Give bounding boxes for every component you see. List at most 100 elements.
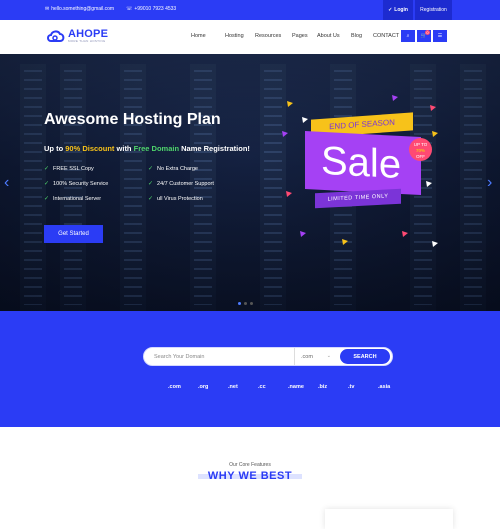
confetti-icon [430, 98, 436, 111]
nav-item-contact[interactable]: CONTACT [373, 33, 399, 39]
confetti-icon [432, 124, 438, 137]
cart-button[interactable]: 🛒 0 [417, 30, 431, 42]
confetti-icon [426, 174, 432, 187]
contact-info: ✉ hello.something@gmail.com ☏ +99010 792… [45, 6, 176, 12]
email-text: hello.something@gmail.com [51, 6, 115, 12]
tld-item: .cc [258, 384, 266, 390]
tld-select[interactable]: .com ⌄ [294, 348, 340, 365]
nav-item-blog[interactable]: Blog [351, 33, 373, 39]
subtitle-mid: with [114, 144, 134, 153]
badge-line-2: 70% [415, 148, 425, 153]
register-label: Registration [420, 7, 447, 13]
nav-item-resources[interactable]: Resources [255, 33, 292, 39]
slider-dot[interactable] [244, 302, 247, 305]
check-icon: ✓ [44, 166, 50, 172]
get-started-button[interactable]: Get Started [44, 225, 103, 243]
tld-list: .com .org .net .cc .name .biz .tv .asia [168, 384, 408, 390]
domain-search-form: Search Your Domain .com ⌄ SEARCH [143, 347, 393, 366]
slider-next-arrow[interactable]: › [487, 174, 492, 192]
phone-text: +99010 7923 4533 [134, 6, 177, 12]
subtitle-free-domain: Free Domain [133, 144, 180, 153]
confetti-icon [342, 232, 348, 245]
mail-icon: ✉ [45, 6, 50, 12]
domain-search-input[interactable]: Search Your Domain [154, 354, 204, 360]
slider-dots [238, 302, 253, 305]
nav-item-hosting[interactable]: Hosting [225, 33, 255, 39]
confetti-icon [402, 224, 408, 237]
subtitle-suffix: Name Registration! [179, 144, 250, 153]
nav-item-about[interactable]: About Us [317, 33, 351, 39]
section-kicker: Our Core Features [229, 462, 271, 468]
confetti-icon [287, 94, 293, 107]
slider-dot[interactable] [238, 302, 241, 305]
feature-card [325, 509, 453, 529]
tld-item: .name [288, 384, 304, 390]
feature-item: ✓ International Server [44, 195, 148, 203]
search-button[interactable]: SEARCH [340, 349, 390, 364]
slider-dot[interactable] [250, 302, 253, 305]
tld-item: .tv [348, 384, 355, 390]
check-icon: ✓ [148, 196, 154, 202]
phone-contact[interactable]: ☏ +99010 7923 4533 [126, 6, 176, 12]
feature-label: No Extra Charge [157, 165, 198, 172]
slider-prev-arrow[interactable]: ‹ [4, 174, 9, 192]
tld-selected-value: .com [301, 354, 313, 360]
feature-item: ✓ 24/7 Customer Support [148, 180, 268, 188]
check-icon: ✓ [388, 7, 393, 13]
sale-graphic: END OF SEASON Sale UP TO 70% OFF LIMITED… [282, 84, 442, 252]
email-contact[interactable]: ✉ hello.something@gmail.com [45, 6, 114, 12]
tld-item: .net [228, 384, 238, 390]
sale-bottom-ribbon: LIMITED TIME ONLY [315, 188, 401, 209]
check-icon: ✓ [44, 196, 50, 202]
hero-subtitle: Up to 90% Discount with Free Domain Name… [44, 144, 250, 153]
section-title: WHY WE BEST [207, 470, 293, 482]
cloud-logo-icon [46, 29, 66, 43]
confetti-icon [300, 224, 306, 237]
logo[interactable]: AHOPE MORE THAN HOSTING [46, 29, 108, 43]
tld-item: .com [168, 384, 181, 390]
hero-title: Awesome Hosting Plan [44, 111, 221, 128]
menu-toggle-button[interactable]: ☰ [433, 30, 447, 42]
feature-item: ✓ ull Virus Protection [148, 195, 268, 203]
feature-item: ✓ FREE SSL Copy [44, 165, 148, 173]
hero-slider: Awesome Hosting Plan Up to 90% Discount … [0, 54, 500, 311]
nav-item-home[interactable]: Home [191, 33, 225, 39]
sale-main-block: Sale [305, 130, 421, 196]
login-button[interactable]: ✓ Login [383, 0, 413, 20]
login-label: Login [394, 7, 408, 13]
chevron-down-icon: ⌄ [326, 353, 331, 359]
feature-label: ull Virus Protection [157, 195, 203, 202]
nav-menu: Home Hosting Resources Pages About Us Bl… [191, 33, 399, 39]
subtitle-prefix: Up to [44, 144, 66, 153]
cart-count-badge: 0 [425, 30, 430, 35]
search-icon: ⌕ [406, 33, 410, 39]
check-icon: ✓ [44, 181, 50, 187]
confetti-icon [432, 234, 438, 247]
tld-item: .biz [318, 384, 328, 390]
tld-item: .asia [378, 384, 391, 390]
feature-label: 24/7 Customer Support [157, 180, 214, 187]
feature-item: ✓ No Extra Charge [148, 165, 268, 173]
confetti-icon [392, 88, 398, 101]
hero-feature-list: ✓ FREE SSL Copy ✓ No Extra Charge ✓ 100% Se… [44, 165, 284, 203]
menu-icon: ☰ [437, 33, 443, 39]
confetti-icon [302, 110, 308, 123]
search-button[interactable]: ⌕ [401, 30, 415, 42]
feature-label: 100% Security Service [53, 180, 109, 187]
tld-item: .org [198, 384, 209, 390]
sale-main-text: Sale [321, 138, 402, 187]
sale-bottom-text: LIMITED TIME ONLY [327, 193, 389, 203]
badge-line-3: OFF [416, 154, 425, 159]
check-icon: ✓ [148, 166, 154, 172]
logo-tagline: MORE THAN HOSTING [68, 39, 106, 43]
check-icon: ✓ [148, 181, 154, 187]
feature-label: International Server [53, 195, 102, 202]
register-button[interactable]: Registration [415, 0, 452, 20]
phone-icon: ☏ [126, 6, 133, 12]
domain-search-section: Search Your Domain .com ⌄ SEARCH .com .o… [0, 311, 500, 427]
confetti-icon [282, 124, 288, 137]
feature-label: FREE SSL Copy [53, 165, 94, 172]
confetti-icon [286, 184, 292, 197]
top-bar: ✉ hello.something@gmail.com ☏ +99010 792… [0, 0, 500, 20]
nav-item-pages[interactable]: Pages [292, 33, 317, 39]
